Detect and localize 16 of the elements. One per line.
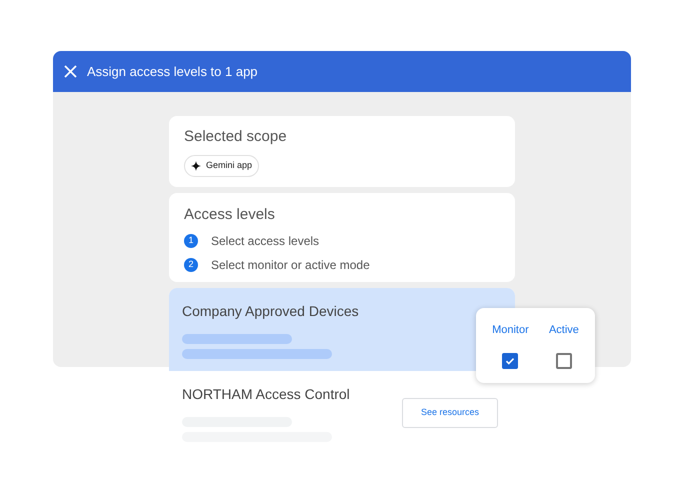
step-number: 1 bbox=[184, 234, 198, 248]
access-level-name: NORTHAM Access Control bbox=[182, 385, 350, 404]
app-chip[interactable]: Gemini app bbox=[184, 154, 260, 176]
step-label: Select access levels bbox=[211, 232, 320, 250]
card-title: Access levels bbox=[184, 205, 276, 225]
checkbox[interactable] bbox=[556, 352, 572, 368]
checkbox[interactable] bbox=[502, 352, 518, 368]
close-icon[interactable] bbox=[64, 65, 77, 78]
step-label: Select monitor or active mode bbox=[211, 256, 370, 274]
card-title: Selected scope bbox=[184, 127, 288, 147]
see-resources-button[interactable]: See resources bbox=[402, 398, 498, 428]
sparkle-icon bbox=[191, 160, 201, 170]
window-title: Assign access levels to 1 app bbox=[87, 62, 258, 81]
step-number: 2 bbox=[184, 258, 198, 272]
mode-label: Active bbox=[548, 323, 579, 338]
access-level-name: Company Approved Devices bbox=[182, 302, 359, 321]
